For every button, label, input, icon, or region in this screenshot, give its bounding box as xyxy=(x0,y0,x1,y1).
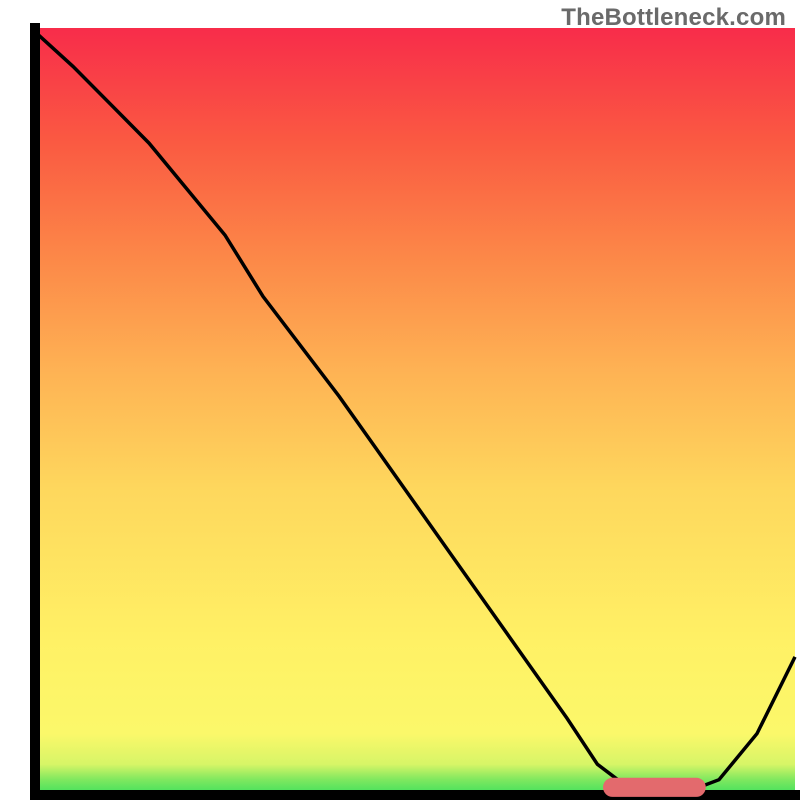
attribution-watermark: TheBottleneck.com xyxy=(561,4,786,32)
chart-svg xyxy=(0,0,800,800)
bottleneck-chart: TheBottleneck.com xyxy=(0,0,800,800)
